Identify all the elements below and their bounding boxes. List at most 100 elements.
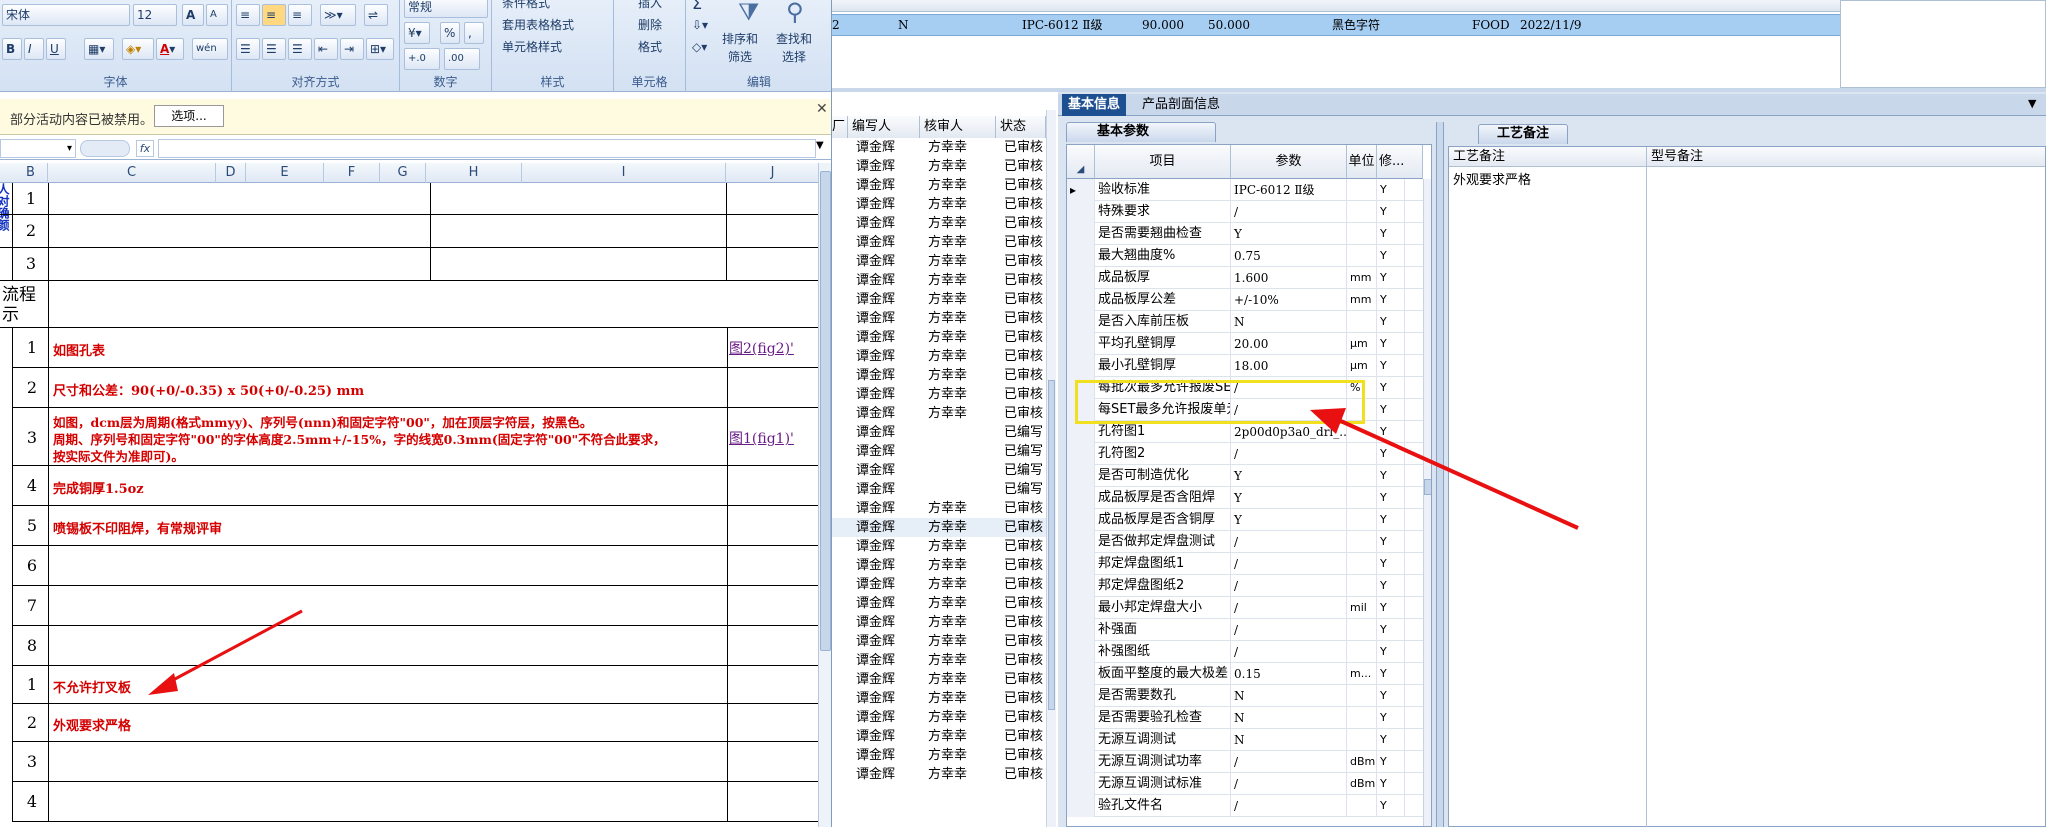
table-row[interactable]: 3 如图，dcm层为周期(格式mmyy)、序列号(nnn)和固定字符"00"，加… [12, 408, 818, 466]
list-item[interactable]: 谭金辉 已编写 [832, 442, 1046, 461]
table-row[interactable]: 3 [12, 742, 818, 782]
list-item[interactable]: 谭金辉 方幸幸 已审核 [832, 252, 1046, 271]
param-row[interactable]: 最大翘曲度% 0.75 Y [1067, 245, 1423, 267]
table-row[interactable]: 2 [0, 215, 818, 248]
list-item[interactable]: 谭金辉 方幸幸 已审核 [832, 651, 1046, 670]
param-row[interactable]: ▸ 验收标准 IPC-6012 Ⅱ级 Y [1067, 179, 1423, 201]
column-header-c[interactable]: C [48, 163, 216, 183]
list-item[interactable]: 谭金辉 方幸幸 已审核 [832, 328, 1046, 347]
table-row[interactable]: 2 尺寸和公差：90(+0/-0.35) x 50(+0/-0.25) mm [12, 368, 818, 408]
row-indicator[interactable] [1067, 773, 1095, 795]
table-row[interactable]: 1 不允许打叉板 [12, 666, 818, 704]
param-row[interactable]: 特殊要求 / Y [1067, 201, 1423, 223]
list-scrollbar-thumb[interactable] [1048, 380, 1055, 710]
param-row[interactable]: 邦定焊盘图纸2/ Y [1067, 575, 1423, 597]
param-row[interactable]: 无源互调测试 N Y [1067, 729, 1423, 751]
column-header-f[interactable]: F [324, 163, 380, 183]
param-value[interactable]: N [1231, 311, 1347, 333]
underline-button[interactable]: U [46, 38, 66, 60]
worksheet[interactable]: 人对确颜 1 2 3 流程 示 1 如图孔表 图2(fig2)' 2 尺寸和公差… [0, 183, 818, 827]
row-indicator[interactable] [1067, 795, 1095, 817]
list-item[interactable]: 谭金辉 方幸幸 已审核 [832, 404, 1046, 423]
vertical-scrollbar[interactable] [818, 163, 831, 827]
param-row[interactable]: 无源互调测试标准 / dBm Y [1067, 773, 1423, 795]
fill-color-button[interactable]: ◈▾ [122, 38, 154, 60]
process-label-row[interactable]: 流程 示 [0, 281, 818, 328]
increase-decimal-button[interactable]: +.0 [404, 48, 440, 70]
param-row[interactable]: 邦定焊盘图纸1/ Y [1067, 553, 1423, 575]
find-select-label-1[interactable]: 查找和 [776, 30, 812, 47]
column-header-e[interactable]: E [246, 163, 324, 183]
row-indicator[interactable] [1067, 267, 1095, 289]
craft-header-model-note[interactable]: 型号备注 [1647, 147, 2045, 167]
column-header-b[interactable]: B [14, 163, 48, 183]
list-item[interactable]: 谭金辉 方幸幸 已审核 [832, 727, 1046, 746]
column-header-g[interactable]: G [380, 163, 426, 183]
list-item[interactable]: 谭金辉 方幸幸 已审核 [832, 499, 1046, 518]
column-header-d[interactable]: D [216, 163, 246, 183]
clear-button[interactable]: ◇▾ [692, 40, 707, 54]
row-indicator[interactable] [1067, 685, 1095, 707]
param-row[interactable]: 补强图纸 / Y [1067, 641, 1423, 663]
param-value[interactable]: / [1231, 553, 1347, 575]
list-item[interactable]: 谭金辉 方幸幸 已审核 [832, 157, 1046, 176]
font-color-button[interactable]: A▾ [156, 38, 184, 60]
table-row[interactable]: 2 外观要求严格 [12, 704, 818, 742]
grid-header-item[interactable]: 项目 [1095, 145, 1231, 179]
list-item[interactable]: 谭金辉 方幸幸 已审核 [832, 708, 1046, 727]
param-value[interactable]: / [1231, 597, 1347, 619]
orientation-button[interactable]: ≫▾ [320, 4, 356, 26]
currency-button[interactable]: ¥▾ [404, 22, 430, 44]
param-value[interactable]: Y [1231, 223, 1347, 245]
param-value[interactable]: 18.00 [1231, 355, 1347, 377]
list-item[interactable]: 谭金辉 方幸幸 已审核 [832, 290, 1046, 309]
param-value[interactable]: N [1231, 729, 1347, 751]
list-item[interactable]: 谭金辉 方幸幸 已审核 [832, 347, 1046, 366]
list-item[interactable]: 谭金辉 方幸幸 已审核 [832, 138, 1046, 157]
table-row[interactable]: 1 如图孔表 图2(fig2)' [12, 328, 818, 368]
phonetic-button[interactable]: wén [192, 38, 228, 60]
param-row[interactable]: 无源互调测试功率 / dBm Y [1067, 751, 1423, 773]
wrap-text-button[interactable]: ⇌ [364, 4, 388, 26]
param-value[interactable]: 1.600 [1231, 267, 1347, 289]
column-header-h[interactable]: H [426, 163, 522, 183]
align-right-button[interactable]: ☰ [288, 38, 312, 60]
grid-header-modify[interactable]: 修... [1377, 145, 1423, 179]
table-row[interactable]: 7 [12, 586, 818, 626]
param-row[interactable]: 平均孔壁铜厚 20.00 μm Y [1067, 333, 1423, 355]
row-indicator[interactable] [1067, 553, 1095, 575]
formula-buttons[interactable] [80, 140, 130, 157]
table-row[interactable]: 5 喷锡板不印阻焊，有常规评审 [12, 506, 818, 546]
table-row[interactable]: 8 [12, 626, 818, 666]
list-item[interactable]: 谭金辉 方幸幸 已审核 [832, 233, 1046, 252]
row-indicator[interactable] [1067, 223, 1095, 245]
param-value[interactable]: 20.00 [1231, 333, 1347, 355]
table-row[interactable]: 4 完成铜厚1.5oz [12, 466, 818, 506]
bold-button[interactable]: B [2, 38, 22, 60]
cell-style-button[interactable]: 单元格样式 [502, 38, 562, 55]
comma-button[interactable]: , [464, 22, 484, 44]
param-value[interactable]: N [1231, 685, 1347, 707]
grid-header-unit[interactable]: 单位 [1347, 145, 1377, 179]
param-row[interactable]: 补强面 / Y [1067, 619, 1423, 641]
list-item[interactable]: 谭金辉 方幸幸 已审核 [832, 518, 1046, 537]
font-name-select[interactable]: 宋体 [2, 4, 130, 26]
param-row[interactable]: 成品板厚 1.600 mm Y [1067, 267, 1423, 289]
param-tab[interactable]: 基本参数 [1066, 122, 1216, 142]
list-item[interactable]: 谭金辉 方幸幸 已审核 [832, 575, 1046, 594]
param-row[interactable]: 是否需要数孔 N Y [1067, 685, 1423, 707]
param-value[interactable]: / [1231, 575, 1347, 597]
find-select-label-2[interactable]: 选择 [782, 48, 806, 65]
row-indicator[interactable] [1067, 707, 1095, 729]
list-item[interactable]: 谭金辉 已编写 [832, 461, 1046, 480]
param-value[interactable]: / [1231, 619, 1347, 641]
param-value[interactable]: 0.15 [1231, 663, 1347, 685]
list-item[interactable]: 谭金辉 方幸幸 已审核 [832, 689, 1046, 708]
row-link[interactable]: 图2(fig2)' [729, 338, 794, 358]
table-row[interactable]: 1 [0, 183, 818, 215]
list-item[interactable]: 谭金辉 已编写 [832, 480, 1046, 499]
param-row[interactable]: 板面平整度的最大极差 0.15 m... Y [1067, 663, 1423, 685]
param-value[interactable]: / [1231, 201, 1347, 223]
merge-button[interactable]: ⊞▾ [366, 38, 394, 60]
list-item[interactable]: 谭金辉 方幸幸 已审核 [832, 632, 1046, 651]
